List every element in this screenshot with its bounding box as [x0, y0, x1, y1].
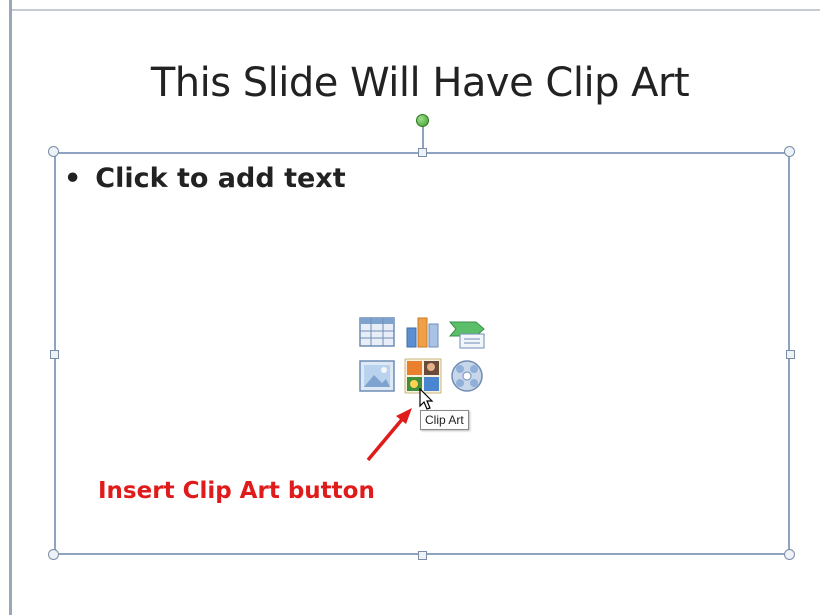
callout-label: Insert Clip Art button: [98, 478, 375, 504]
callout-arrow-icon: [366, 408, 412, 462]
